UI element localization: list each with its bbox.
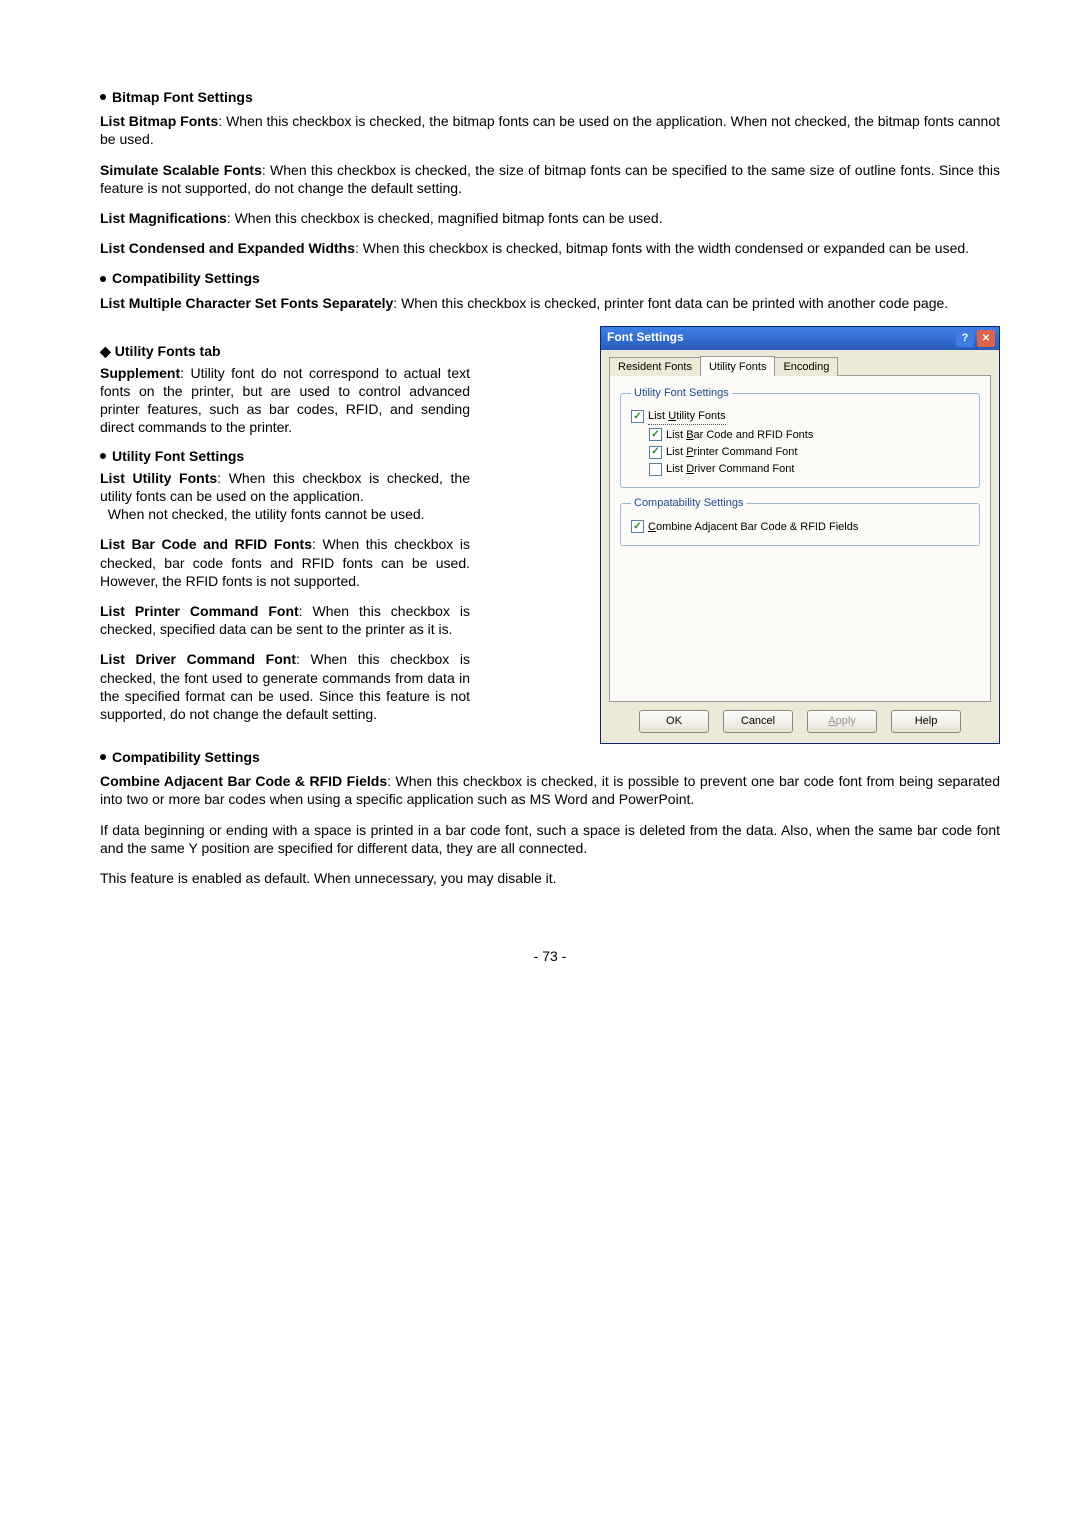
tab-resident-fonts[interactable]: Resident Fonts bbox=[609, 357, 701, 376]
font-settings-dialog: Font Settings Resident Fonts Utility Fon… bbox=[600, 326, 1000, 744]
chk-list-driver-command[interactable]: List Driver Command Font bbox=[649, 462, 969, 476]
checkbox-icon bbox=[631, 520, 644, 533]
compat1-heading: Compatibility Settings bbox=[100, 269, 1000, 287]
bullet-icon bbox=[100, 453, 106, 459]
close-button[interactable] bbox=[977, 330, 995, 347]
group1-legend: Utility Font Settings bbox=[631, 386, 732, 400]
compat2-heading: Compatibility Settings bbox=[100, 748, 1000, 766]
close-icon bbox=[982, 331, 990, 345]
chk-combine-label: Combine Adjacent Bar Code & RFID Fields bbox=[648, 520, 858, 534]
luf-text2: When not checked, the utility fonts cann… bbox=[108, 506, 425, 522]
apply-label: Apply bbox=[828, 714, 856, 728]
list-cond-text: : When this checkbox is checked, bitmap … bbox=[355, 240, 969, 256]
utility-fonts-section: ◆Utility Fonts tab Supplement: Utility f… bbox=[100, 324, 1000, 744]
lbr-label: List Bar Code and RFID Fonts bbox=[100, 536, 312, 552]
tab-resident-label: Resident Fonts bbox=[618, 361, 692, 373]
help-label: Help bbox=[915, 714, 938, 728]
chk-list-driver-label: List Driver Command Font bbox=[666, 462, 794, 476]
chk-list-utility-label: List Utility Fonts bbox=[648, 409, 726, 424]
chk-list-utility-fonts[interactable]: List Utility Fonts bbox=[631, 409, 969, 424]
lm-text: : When this checkbox is checked, printer… bbox=[393, 295, 948, 311]
utility-left-column: ◆Utility Fonts tab Supplement: Utility f… bbox=[100, 324, 470, 735]
ufs-heading: Utility Font Settings bbox=[100, 447, 470, 465]
ldc-para: List Driver Command Font: When this chec… bbox=[100, 650, 470, 723]
help-button[interactable] bbox=[956, 330, 974, 347]
help-icon bbox=[962, 331, 969, 345]
bullet-icon bbox=[100, 276, 106, 282]
list-cond-para: List Condensed and Expanded Widths: When… bbox=[100, 239, 1000, 257]
cab-para: Combine Adjacent Bar Code & RFID Fields:… bbox=[100, 772, 1000, 808]
utility-right-column: Font Settings Resident Fonts Utility Fon… bbox=[600, 326, 1000, 744]
cancel-label: Cancel bbox=[741, 714, 775, 728]
diamond-icon: ◆ bbox=[100, 342, 111, 360]
lpc-label: List Printer Command Font bbox=[100, 603, 299, 619]
checkbox-icon bbox=[649, 446, 662, 459]
simulate-para: Simulate Scalable Fonts: When this check… bbox=[100, 161, 1000, 197]
cab-label: Combine Adjacent Bar Code & RFID Fields bbox=[100, 773, 387, 789]
checkbox-icon bbox=[649, 428, 662, 441]
luf-para: List Utility Fonts: When this checkbox i… bbox=[100, 469, 470, 524]
ok-label: OK bbox=[666, 714, 682, 728]
tab-encoding[interactable]: Encoding bbox=[774, 357, 838, 376]
tab-panel: Utility Font Settings List Utility Fonts bbox=[609, 376, 991, 702]
list-mag-label: List Magnifications bbox=[100, 210, 227, 226]
simulate-label: Simulate Scalable Fonts bbox=[100, 162, 262, 178]
page-number: - 73 - bbox=[100, 947, 1000, 965]
list-bitmap-text: : When this checkbox is checked, the bit… bbox=[100, 113, 1000, 147]
dialog-title: Font Settings bbox=[607, 330, 684, 346]
checkbox-icon bbox=[631, 410, 644, 423]
list-mag-text: : When this checkbox is checked, magnifi… bbox=[227, 210, 663, 226]
supplement-para: Supplement: Utility font do not correspo… bbox=[100, 364, 470, 437]
bitmap-heading: Bitmap Font Settings bbox=[100, 88, 1000, 106]
tab-utility-label: Utility Fonts bbox=[709, 361, 766, 373]
bitmap-heading-text: Bitmap Font Settings bbox=[112, 89, 253, 105]
ok-button[interactable]: OK bbox=[639, 710, 709, 733]
cab-extra2: This feature is enabled as default. When… bbox=[100, 869, 1000, 887]
bullet-icon bbox=[100, 94, 106, 100]
help-button-bottom[interactable]: Help bbox=[891, 710, 961, 733]
ldc-label: List Driver Command Font bbox=[100, 651, 296, 667]
chk-list-bar-code[interactable]: List Bar Code and RFID Fonts bbox=[649, 428, 969, 442]
dialog-button-row: OK Cancel Apply Help bbox=[609, 702, 991, 735]
tab-encoding-label: Encoding bbox=[783, 361, 829, 373]
lm-label: List Multiple Character Set Fonts Separa… bbox=[100, 295, 393, 311]
utility-fonts-tab-text: Utility Fonts tab bbox=[115, 343, 221, 359]
luf-label: List Utility Fonts bbox=[100, 470, 217, 486]
compat2-heading-text: Compatibility Settings bbox=[112, 749, 260, 765]
tab-strip: Resident Fonts Utility Fonts Encoding bbox=[609, 356, 991, 376]
dialog-body: Resident Fonts Utility Fonts Encoding Ut… bbox=[601, 350, 999, 743]
apply-button[interactable]: Apply bbox=[807, 710, 877, 733]
bullet-icon bbox=[100, 754, 106, 760]
cancel-button[interactable]: Cancel bbox=[723, 710, 793, 733]
document-page: Bitmap Font Settings List Bitmap Fonts: … bbox=[0, 0, 1080, 1005]
cab-extra1: If data beginning or ending with a space… bbox=[100, 821, 1000, 857]
compat1-heading-text: Compatibility Settings bbox=[112, 270, 260, 286]
list-bitmap-para: List Bitmap Fonts: When this checkbox is… bbox=[100, 112, 1000, 148]
list-cond-label: List Condensed and Expanded Widths bbox=[100, 240, 355, 256]
list-bitmap-label: List Bitmap Fonts bbox=[100, 113, 218, 129]
utility-fonts-tab-heading: ◆Utility Fonts tab bbox=[100, 342, 470, 360]
compatibility-settings-group: Compatability Settings Combine Adjacent … bbox=[620, 496, 980, 546]
ufs-heading-text: Utility Font Settings bbox=[112, 448, 244, 464]
chk-list-bar-label: List Bar Code and RFID Fonts bbox=[666, 428, 813, 442]
chk-list-printer-command[interactable]: List Printer Command Font bbox=[649, 445, 969, 459]
supplement-label: Supplement bbox=[100, 365, 180, 381]
lbr-para: List Bar Code and RFID Fonts: When this … bbox=[100, 535, 470, 590]
dialog-titlebar: Font Settings bbox=[601, 327, 999, 350]
checkbox-icon bbox=[649, 463, 662, 476]
tab-utility-fonts[interactable]: Utility Fonts bbox=[700, 356, 775, 376]
titlebar-buttons bbox=[956, 330, 995, 347]
utility-font-settings-group: Utility Font Settings List Utility Fonts bbox=[620, 386, 980, 488]
lm-para: List Multiple Character Set Fonts Separa… bbox=[100, 294, 1000, 312]
group2-legend: Compatability Settings bbox=[631, 496, 746, 510]
list-mag-para: List Magnifications: When this checkbox … bbox=[100, 209, 1000, 227]
chk-list-printer-label: List Printer Command Font bbox=[666, 445, 797, 459]
chk-combine-adjacent[interactable]: Combine Adjacent Bar Code & RFID Fields bbox=[631, 520, 969, 534]
lpc-para: List Printer Command Font: When this che… bbox=[100, 602, 470, 638]
